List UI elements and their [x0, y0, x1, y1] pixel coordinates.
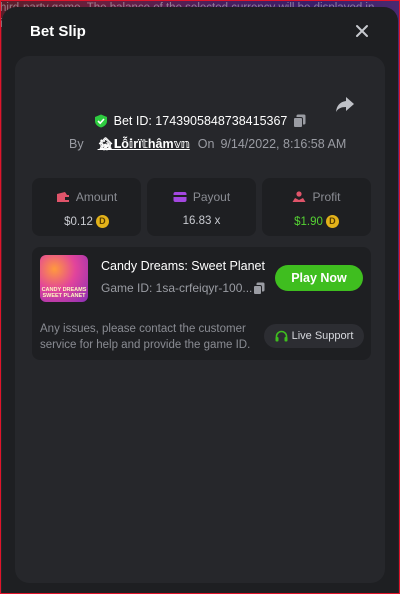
- coin-icon: D: [325, 215, 339, 228]
- payout-icon: [173, 192, 187, 202]
- stat-value-amount: $0.12: [64, 215, 93, 228]
- bet-details-panel: Bet ID: 1743905848738415367 By 🏚ᒪỗ𝕚rï𝕥hâ…: [15, 56, 385, 583]
- by-label: By: [69, 137, 84, 151]
- username-link[interactable]: 🏚ᒪỗ𝕚rï𝕥hâm𝕧𝕟: [98, 136, 190, 152]
- stat-label-profit: Profit: [312, 190, 341, 204]
- on-label: On: [197, 137, 215, 151]
- bet-slip-modal: Bet Slip Bet ID: 1743905848738415367 By …: [2, 7, 398, 594]
- shield-check-icon: [94, 114, 107, 128]
- support-note: Any issues, please contact the customer …: [40, 323, 251, 351]
- game-thumbnail[interactable]: CANDY DREAMS SWEET PLANET: [40, 255, 88, 302]
- amount-icon: [56, 192, 69, 202]
- stat-amount: Amount $0.12 D: [32, 178, 141, 236]
- headset-icon: [275, 330, 288, 341]
- close-button[interactable]: [352, 21, 372, 41]
- bet-id-text: Bet ID: 1743905848738415367: [113, 114, 288, 128]
- live-support-button[interactable]: Live Support: [264, 324, 364, 348]
- stat-label-amount: Amount: [75, 190, 118, 204]
- profit-icon: [292, 191, 306, 202]
- bet-meta-row: By 🏚ᒪỗ𝕚rï𝕥hâm𝕧𝕟 On 9/14/2022, 8:16:58 AM: [69, 135, 346, 153]
- bet-id-row: Bet ID: 1743905848738415367: [15, 111, 385, 131]
- stat-label-payout: Payout: [192, 190, 231, 204]
- bet-datetime: 9/14/2022, 8:16:58 AM: [220, 137, 347, 151]
- stat-value-payout: 16.83 x: [182, 215, 221, 227]
- game-title: Candy Dreams: Sweet Planet: [101, 259, 265, 273]
- game-id: Game ID: 1sa-crfeiqyr-100...: [101, 281, 253, 295]
- play-now-button[interactable]: Play Now: [275, 265, 363, 291]
- live-support-label: Live Support: [291, 330, 354, 342]
- bet-stats: Amount $0.12 D Payout 16.83 x Profit $1.…: [32, 178, 371, 236]
- modal-title: Bet Slip: [30, 23, 86, 40]
- close-icon: [356, 25, 368, 37]
- coin-icon: D: [95, 215, 109, 228]
- copy-icon[interactable]: [253, 282, 265, 295]
- stat-value-profit: $1.90: [294, 215, 323, 228]
- stat-payout: Payout 16.83 x: [147, 178, 256, 236]
- thumb-line-2: SWEET PLANET: [42, 293, 86, 299]
- copy-icon[interactable]: [293, 114, 306, 128]
- game-card: CANDY DREAMS SWEET PLANET Candy Dreams: …: [32, 247, 371, 360]
- stat-profit: Profit $1.90 D: [262, 178, 371, 236]
